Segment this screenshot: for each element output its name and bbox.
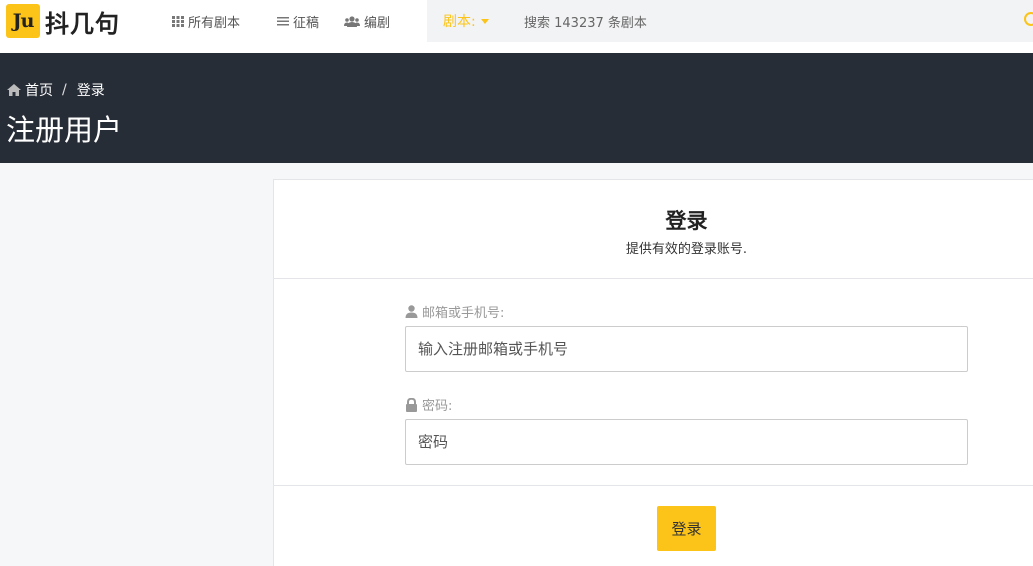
password-field-label-text: 密码: [422,399,453,414]
logo-text: 抖几句 [45,9,120,38]
search-input[interactable]: 搜索 143237 条剧本 [524,0,647,42]
breadcrumb-home-link[interactable]: 首页 [25,80,53,100]
nav-all-scripts-label: 所有剧本 [188,15,241,31]
login-subtitle: 提供有效的登录账号. [625,242,748,257]
search-icon[interactable] [1024,12,1033,26]
nav-all-scripts[interactable]: 所有剧本 [172,0,240,42]
email-field[interactable] [405,326,968,372]
script-type-dropdown-label: 剧本: [443,14,476,30]
breadcrumb-separator: / [62,82,67,98]
grid-icon [172,15,184,27]
login-card: 登录 提供有效的登录账号. 邮箱或手机号: 密码: 登录 [273,179,1033,566]
caret-down-icon [480,18,489,24]
search-bar-area [427,0,1033,42]
breadcrumb-current: 登录 [76,83,105,99]
breadcrumb: 首页 / 登录 [7,80,105,100]
email-field-label-text: 邮箱或手机号: [422,306,505,321]
login-card-header: 登录 提供有效的登录账号. [274,180,1033,279]
page-header: 首页 / 登录 注册用户 [0,53,1033,163]
script-type-dropdown[interactable]: 剧本: [443,0,489,42]
login-title: 登录 [665,209,708,233]
lock-icon [406,397,417,412]
users-icon [344,15,360,27]
page-title: 注册用户 [6,113,123,147]
nav-submissions[interactable]: 征稿 [277,0,319,42]
password-field[interactable] [405,419,968,465]
login-button[interactable]: 登录 [657,506,716,551]
user-icon [405,305,418,318]
site-logo[interactable]: Ju 抖几句 [6,4,120,38]
password-field-label: 密码: [405,395,452,414]
card-divider [274,485,1033,486]
email-field-label: 邮箱或手机号: [405,302,504,321]
nav-submissions-label: 征稿 [293,15,320,31]
home-icon [7,84,21,96]
logo-badge: Ju [6,4,40,38]
nav-writers[interactable]: 编剧 [344,0,390,42]
list-icon [277,16,289,25]
top-navbar: Ju 抖几句 所有剧本 征稿 编剧 剧本: 搜索 143237 条剧本 [0,0,1033,53]
nav-writers-label: 编剧 [364,15,391,31]
